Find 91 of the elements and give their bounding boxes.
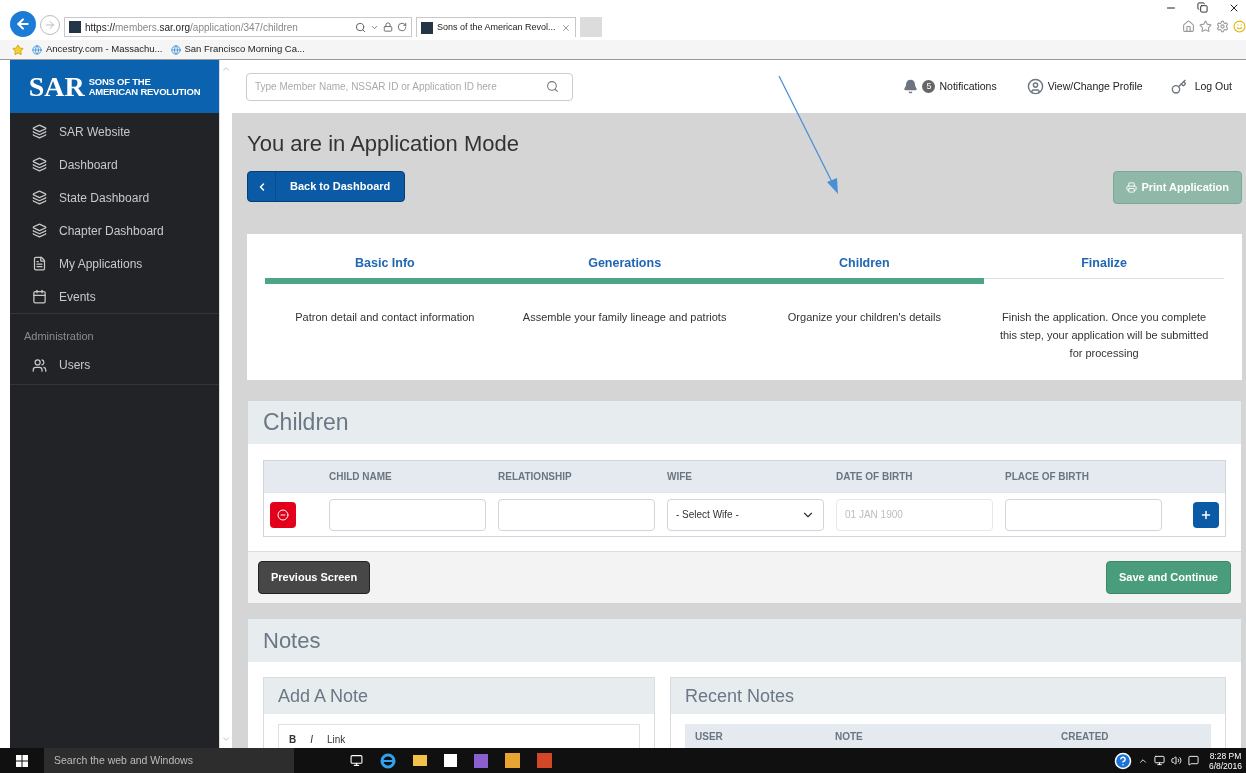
calendar-icon	[32, 289, 47, 304]
help-icon[interactable]	[1113, 751, 1132, 770]
home-icon[interactable]	[1182, 20, 1195, 33]
windows-start-icon[interactable]	[16, 754, 28, 767]
card-title: Recent Notes	[685, 684, 795, 708]
bell-icon	[903, 79, 919, 94]
step-description: Finish the application. Once you complete this step, your application will be submitted for processing	[998, 310, 1210, 361]
search-icon	[355, 21, 366, 33]
favorite-link[interactable]: San Francisco Morning Ca...	[170, 42, 305, 57]
select-field[interactable]: - Select Wife -	[667, 498, 824, 531]
users-icon	[32, 357, 47, 373]
browser-icon[interactable]	[380, 752, 396, 769]
input-field[interactable]	[498, 498, 655, 531]
step-link[interactable]: Generations	[588, 254, 662, 276]
layers-icon	[32, 223, 47, 238]
card-title: Add A Note	[278, 684, 369, 708]
column-header: RELATIONSHIP	[498, 470, 573, 484]
layers-icon	[32, 124, 47, 139]
step-description: Patron detail and contact information	[294, 310, 476, 325]
section-title: Notes	[263, 627, 321, 655]
address-bar[interactable]: https://members.sar.org/application/347/children	[64, 17, 412, 37]
section-title: Children	[263, 408, 349, 438]
sidebar-item[interactable]: My Applications	[10, 247, 219, 280]
remove-row-button[interactable]	[270, 501, 296, 528]
toolbar-button[interactable]: Link	[327, 731, 346, 747]
page-title: You are in Application Mode	[247, 130, 520, 158]
step-link[interactable]: Basic Info	[355, 254, 415, 276]
favorite-link[interactable]: Ancestry.com - Massachu...	[32, 42, 163, 57]
sidebar-item[interactable]: Users	[10, 348, 219, 382]
profile-link[interactable]: View/Change Profile	[1026, 78, 1143, 95]
search-field[interactable]: Type Member Name, NSSAR ID or Application ID here	[246, 72, 573, 101]
refresh-icon	[397, 22, 407, 32]
column-header: WIFE	[667, 470, 693, 484]
lock-icon	[383, 22, 393, 32]
task-view-icon[interactable]	[350, 754, 363, 767]
site-icon	[421, 21, 433, 34]
column-header: USER	[695, 729, 724, 744]
input-field[interactable]	[329, 498, 486, 531]
close-icon[interactable]	[1228, 2, 1240, 14]
notifications-link[interactable]: 5 Notifications	[903, 78, 997, 95]
toolbar-button[interactable]: B	[289, 731, 297, 747]
column-header: DATE OF BIRTH	[836, 470, 914, 484]
smiley-icon[interactable]	[1233, 20, 1246, 33]
document-icon	[32, 256, 47, 271]
browser-tab[interactable]: Sons of the American Revol...	[416, 17, 576, 37]
step-link[interactable]: Finalize	[1081, 254, 1128, 276]
site-icon	[69, 21, 81, 33]
back-button[interactable]	[10, 11, 36, 37]
search-icon	[546, 79, 559, 93]
volume-icon[interactable]	[1170, 755, 1182, 766]
column-header: PLACE OF BIRTH	[1005, 470, 1090, 484]
sidebar-item[interactable]: SAR Website	[10, 115, 219, 148]
sidebar-item[interactable]: Events	[10, 280, 219, 313]
notification-icon[interactable]	[1187, 755, 1199, 766]
back-to-dashboard-button[interactable]: Back to Dashboard	[247, 171, 406, 202]
previous-screen-button[interactable]: Previous Screen	[258, 561, 371, 594]
url-text: https://members.sar.org/application/347/children	[85, 20, 299, 35]
favorites-star-icon[interactable]	[12, 43, 24, 56]
scroll-up-icon[interactable]	[221, 64, 231, 74]
column-header: NOTE	[835, 729, 864, 744]
input-field[interactable]	[1005, 498, 1162, 531]
arrow-right-icon	[44, 19, 56, 31]
network-icon[interactable]	[1153, 755, 1165, 766]
taskbar-search-field[interactable]: Search the web and Windows	[44, 748, 294, 773]
step-link[interactable]: Children	[839, 254, 890, 276]
plus-icon	[1200, 508, 1212, 521]
globe-icon	[32, 44, 42, 55]
minus-icon	[277, 508, 289, 521]
sidebar-item[interactable]: Dashboard	[10, 148, 219, 181]
step-description: Assemble your family lineage and patriots	[521, 310, 728, 325]
globe-icon	[170, 44, 181, 55]
settings-icon[interactable]	[1216, 20, 1229, 33]
printer-icon	[1126, 182, 1138, 193]
date-field[interactable]: 01 JAN 1900	[836, 498, 993, 531]
logout-link[interactable]: Log Out	[1170, 78, 1232, 95]
toolbar-button[interactable]: I	[310, 731, 313, 747]
star-icon[interactable]	[1199, 20, 1212, 33]
sidebar-item[interactable]: Chapter Dashboard	[10, 214, 219, 247]
layers-icon	[32, 190, 47, 205]
sidebar-item[interactable]: State Dashboard	[10, 181, 219, 214]
add-row-button[interactable]	[1193, 501, 1219, 528]
section-heading: Administration	[23, 329, 95, 344]
column-header: CREATED	[1061, 729, 1110, 744]
clock[interactable]: 8:28 PM 6/8/2016	[1208, 750, 1242, 771]
column-header: CHILD NAME	[329, 470, 393, 484]
user-icon	[1026, 78, 1044, 95]
key-icon	[1170, 78, 1187, 95]
layers-icon	[32, 157, 47, 172]
step-description: Organize your children's details	[786, 310, 942, 325]
scroll-down-icon[interactable]	[221, 734, 231, 744]
restore-icon[interactable]	[1197, 2, 1208, 13]
